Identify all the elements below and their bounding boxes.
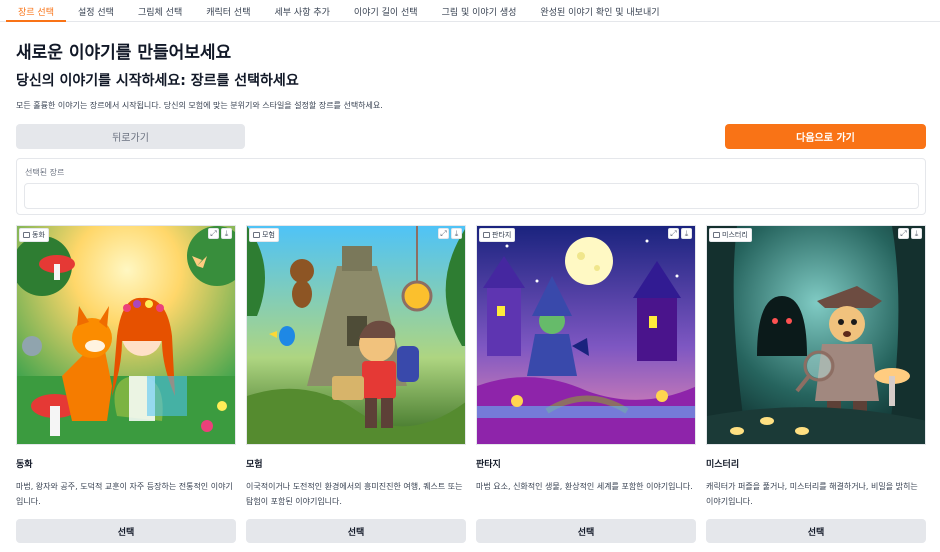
- genre-title: 판타지: [476, 460, 501, 470]
- genre-description: 마법, 왕자와 공주, 도덕적 교훈이 자주 등장하는 전통적인 이야기입니다.: [16, 482, 233, 506]
- next-button[interactable]: 다음으로 가기: [725, 124, 926, 149]
- genre-badge: 판타지: [479, 228, 516, 242]
- genre-description: 마법 요소, 신화적인 생물, 환상적인 세계를 포함한 이야기입니다.: [476, 482, 693, 491]
- section-subtitle: 당신의 이야기를 시작하세요: 장르를 선택하세요: [16, 73, 299, 89]
- genre-description: 이국적이거나 도전적인 환경에서의 흥미진진한 여행, 퀘스트 또는 탐험이 포…: [246, 482, 463, 506]
- select-genre-button[interactable]: 선택: [16, 519, 236, 543]
- select-genre-button[interactable]: 선택: [706, 519, 926, 543]
- genre-badge: 모험: [249, 228, 279, 242]
- image-actions: ⤢ ⤓: [898, 228, 922, 239]
- image-icon: [483, 232, 490, 238]
- tab-details[interactable]: 세부 사항 추가: [263, 0, 342, 22]
- adventure-image: 모험 ⤢ ⤓: [246, 225, 466, 445]
- genre-badge: 미스터리: [709, 228, 752, 242]
- download-icon[interactable]: ⤓: [221, 228, 232, 239]
- download-icon[interactable]: ⤓: [681, 228, 692, 239]
- fullscreen-icon[interactable]: ⤢: [898, 228, 909, 239]
- fullscreen-icon[interactable]: ⤢: [668, 228, 679, 239]
- genre-description: 캐릭터가 퍼즐을 풀거나, 미스터리를 해결하거나, 비밀을 밝히는 이야기입니…: [706, 482, 918, 506]
- select-genre-button[interactable]: 선택: [246, 519, 466, 543]
- mystery-illustration: [707, 226, 925, 444]
- fairy-tale-illustration: [17, 226, 235, 444]
- page-title: 새로운 이야기를 만들어보세요: [16, 43, 232, 63]
- download-icon[interactable]: ⤓: [451, 228, 462, 239]
- selected-genre-label: 선택된 장르: [25, 168, 65, 177]
- genre-badge: 동화: [19, 228, 49, 242]
- tab-bar: 장르 선택 설정 선택 그림체 선택 캐릭터 선택 세부 사항 추가 이야기 길…: [0, 0, 940, 22]
- fairy-tale-image: 동화 ⤢ ⤓: [16, 225, 236, 445]
- selected-genre-input[interactable]: [24, 183, 919, 209]
- fantasy-illustration: [477, 226, 695, 444]
- tab-character[interactable]: 캐릭터 선택: [194, 0, 262, 22]
- selected-genre-panel: 선택된 장르: [16, 158, 926, 215]
- select-genre-button[interactable]: 선택: [476, 519, 696, 543]
- tab-story-length[interactable]: 이야기 길이 선택: [342, 0, 430, 22]
- image-icon: [23, 232, 30, 238]
- image-actions: ⤢ ⤓: [438, 228, 462, 239]
- image-actions: ⤢ ⤓: [668, 228, 692, 239]
- image-icon: [253, 232, 260, 238]
- download-icon[interactable]: ⤓: [911, 228, 922, 239]
- back-button[interactable]: 뒤로가기: [16, 124, 245, 149]
- fantasy-image: 판타지 ⤢ ⤓: [476, 225, 696, 445]
- fullscreen-icon[interactable]: ⤢: [208, 228, 219, 239]
- tab-review-export[interactable]: 완성된 이야기 확인 및 내보내기: [528, 0, 671, 22]
- tab-generate[interactable]: 그림 및 이야기 생성: [430, 0, 529, 22]
- image-icon: [713, 232, 720, 238]
- fullscreen-icon[interactable]: ⤢: [438, 228, 449, 239]
- genre-title: 동화: [16, 460, 33, 470]
- tab-art-style[interactable]: 그림체 선택: [126, 0, 194, 22]
- section-description: 모든 훌륭한 이야기는 장르에서 시작됩니다. 당신의 모험에 맞는 분위기와 …: [16, 101, 383, 110]
- tab-genre[interactable]: 장르 선택: [6, 0, 66, 22]
- adventure-illustration: [247, 226, 465, 444]
- mystery-image: 미스터리 ⤢ ⤓: [706, 225, 926, 445]
- image-actions: ⤢ ⤓: [208, 228, 232, 239]
- tab-setting[interactable]: 설정 선택: [66, 0, 126, 22]
- genre-title: 미스터리: [706, 460, 740, 470]
- genre-title: 모험: [246, 460, 263, 470]
